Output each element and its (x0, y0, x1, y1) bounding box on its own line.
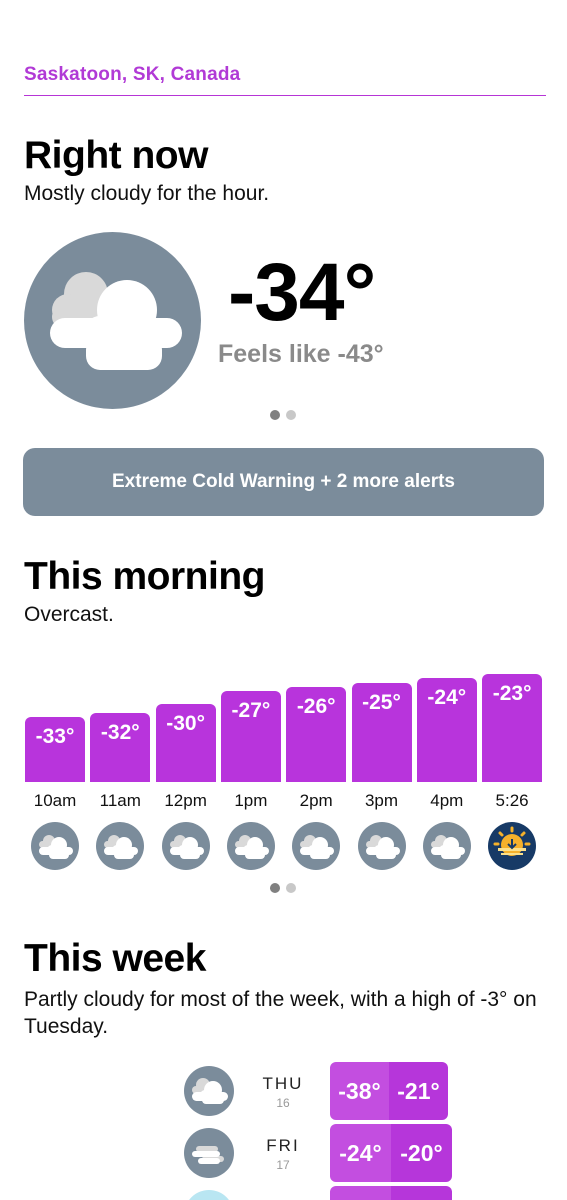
alerts-button[interactable]: Extreme Cold Warning + 2 more alerts (23, 448, 544, 516)
cloudy-icon (31, 822, 79, 870)
low-temp: -38° (330, 1062, 389, 1120)
location-label[interactable]: Saskatoon, SK, Canada (24, 64, 240, 85)
day-name: FRI (266, 1136, 300, 1155)
hour-label: 12pm (164, 791, 207, 810)
hour-label: 11am (99, 791, 141, 810)
cloudy-icon (422, 822, 471, 870)
cloudy-windy-icon (184, 1128, 234, 1178)
now-page-indicator[interactable] (270, 410, 296, 420)
hourly-temp-bar[interactable]: -32° (90, 712, 151, 782)
hourly-temp-bar[interactable]: -26° (286, 686, 347, 782)
hour-label: 2pm (299, 791, 333, 810)
now-summary: Mostly cloudy for the hour. (24, 182, 270, 205)
day-row[interactable]: THU 16 -38° -21° (184, 1062, 454, 1120)
day-row[interactable] (184, 1186, 454, 1200)
hourly-temperature-bars[interactable]: -33° -32° -30° -27° -26° -25° -24° -23° (25, 660, 543, 782)
feels-like: Feels like -43° (218, 340, 384, 368)
hourly-temp-bar[interactable]: -33° (25, 717, 85, 782)
hourly-temp-bar[interactable]: -27° (220, 691, 281, 782)
high-temp: -20° (391, 1124, 452, 1182)
hourly-temp-bar[interactable]: -30° (155, 704, 216, 782)
hour-label: 5:26 (495, 791, 529, 810)
week-heading: This week (24, 937, 206, 980)
hour-label: 10am (33, 791, 77, 810)
cloudy-icon (184, 1066, 234, 1116)
mostly-cloudy-icon (24, 232, 201, 409)
high-temp (391, 1186, 452, 1200)
hourly-page-indicator[interactable] (270, 883, 296, 893)
sunset-icon (488, 822, 537, 870)
hourly-temp-bar[interactable]: -23° (482, 674, 543, 782)
current-temperature: -34° (228, 247, 376, 338)
hour-label: 1pm (234, 791, 268, 810)
high-temp: -21° (389, 1062, 448, 1120)
cloudy-icon (357, 822, 406, 870)
page-dot[interactable] (286, 410, 296, 420)
page-dot[interactable] (270, 883, 280, 893)
hourly-temp-bar[interactable]: -25° (351, 682, 412, 782)
page-dot[interactable] (286, 883, 296, 893)
day-name: THU (262, 1074, 304, 1093)
location-header[interactable]: Saskatoon, SK, Canada (24, 64, 546, 96)
day-row[interactable]: FRI 17 -24° -20° (184, 1124, 454, 1182)
now-heading: Right now (24, 134, 208, 177)
temp-range-bar[interactable] (330, 1186, 452, 1200)
cloudy-icon (96, 822, 145, 870)
page-dot[interactable] (270, 410, 280, 420)
day-date: 17 (276, 1158, 290, 1172)
hour-label: 4pm (430, 791, 464, 810)
low-temp: -24° (330, 1124, 391, 1182)
morning-summary: Overcast. (24, 603, 114, 626)
cloudy-icon (292, 822, 341, 870)
partly-cloudy-icon (184, 1190, 234, 1200)
hour-label: 3pm (364, 791, 399, 810)
day-date: 16 (276, 1096, 290, 1110)
temp-range-bar[interactable]: -24° -20° (330, 1124, 452, 1182)
cloudy-icon (161, 822, 210, 870)
morning-heading: This morning (24, 555, 266, 598)
cloudy-icon (226, 822, 275, 870)
week-summary: Partly cloudy for most of the week, with… (24, 988, 537, 1038)
low-temp (330, 1186, 391, 1200)
hourly-temp-bar[interactable]: -24° (416, 678, 477, 782)
temp-range-bar[interactable]: -38° -21° (330, 1062, 448, 1120)
